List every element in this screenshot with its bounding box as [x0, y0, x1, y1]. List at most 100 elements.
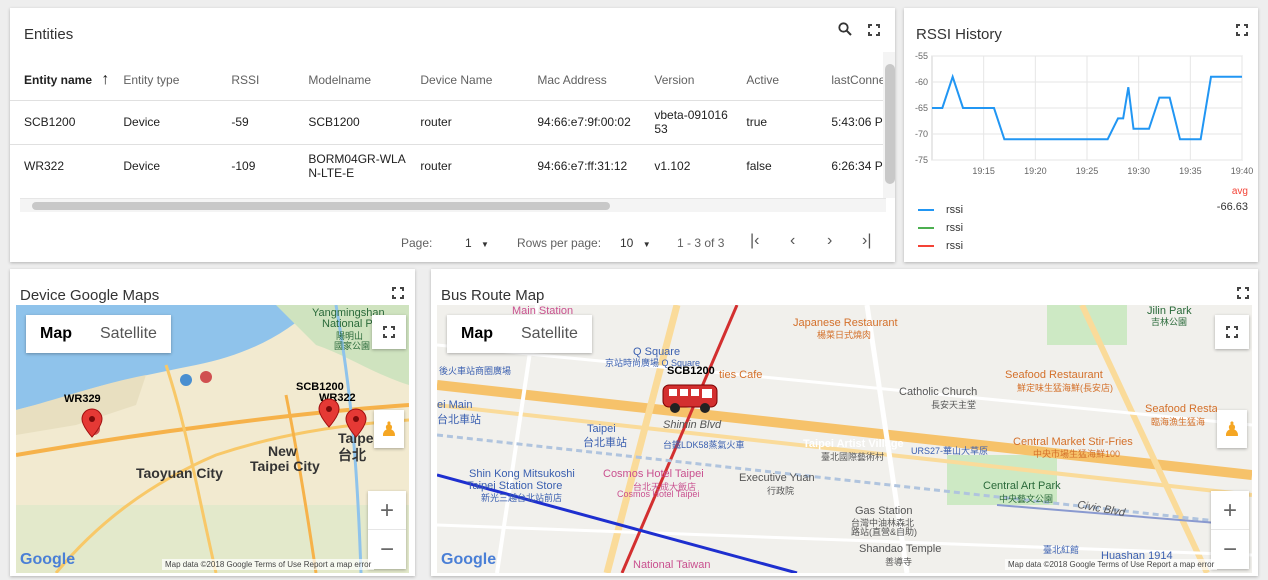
map-label: 臨海漁生猛海 — [1151, 417, 1206, 427]
map-label: ties Cafe — [719, 369, 763, 381]
legend-swatch — [918, 227, 934, 230]
next-page-icon[interactable]: › — [827, 232, 832, 250]
fullscreen-icon[interactable] — [392, 287, 404, 299]
page-select[interactable]: 1 ▼ — [465, 236, 489, 250]
rows-per-page-select[interactable]: 10 ▼ — [620, 236, 651, 250]
dropdown-arrow-icon: ▼ — [481, 240, 489, 249]
map-label: ei Main — [437, 399, 473, 411]
google-map[interactable]: Yangmingshan National P 陽明山 國家公園 SCB1200… — [16, 305, 409, 573]
last-page-icon[interactable]: ›| — [862, 232, 871, 250]
cell-active: false — [732, 143, 818, 188]
legend-label: rssi — [946, 204, 964, 216]
prev-page-icon[interactable]: ‹ — [790, 232, 795, 250]
map-label: Seafood Resta — [1145, 403, 1218, 415]
cell-mac: 94:66:e7:ff:31:12 — [523, 143, 641, 188]
map-label: 臺北國際藝術村 — [821, 452, 885, 462]
fullscreen-icon[interactable] — [1237, 287, 1249, 299]
fullscreen-icon — [383, 326, 395, 338]
vertical-scrollbar[interactable] — [883, 52, 895, 198]
map-label: 吉林公園 — [1151, 317, 1188, 327]
col-entity-name[interactable]: Entity name ↑ — [10, 60, 109, 100]
map-label: New — [268, 443, 297, 459]
map-label: 新光三越台北站前店 — [481, 493, 563, 503]
cell-mac: 94:66:e7:9f:00:02 — [523, 99, 641, 144]
rows-value: 10 — [620, 236, 634, 250]
map-fullscreen-button[interactable] — [1215, 315, 1249, 349]
col-version[interactable]: Version — [640, 60, 732, 100]
cell-name: WR322 — [10, 143, 110, 188]
col-last-connect[interactable]: lastConnec — [817, 60, 892, 100]
fullscreen-icon[interactable] — [868, 24, 880, 36]
map-type-map[interactable]: Map — [26, 315, 86, 353]
avg-value: -66.63 — [1216, 201, 1248, 213]
device-google-maps-card: Device Google Maps Yangmingshan National… — [10, 269, 415, 576]
rssi-title: RSSI History — [916, 26, 1002, 43]
bus-icon[interactable] — [661, 381, 721, 415]
pegman-icon[interactable]: ♟ — [1217, 410, 1247, 448]
map-label: Shin Kong Mitsukoshi — [469, 468, 575, 480]
map-type-satellite[interactable]: Satellite — [507, 315, 592, 353]
col-modelname[interactable]: Modelname — [294, 60, 406, 100]
pegman-icon[interactable]: ♟ — [374, 410, 404, 448]
map-label: Cosmos Hotel Taipei — [617, 489, 700, 499]
map-label: 善導寺 — [885, 557, 913, 567]
map-label: 後火車站商圈廣場 — [439, 366, 512, 376]
zoom-control[interactable]: + − — [368, 491, 406, 569]
scroll-thumb[interactable] — [32, 202, 610, 210]
map-label: 台鐵LDK58蒸氣火車 — [663, 440, 745, 450]
search-icon[interactable] — [838, 22, 852, 39]
legend-item[interactable]: rssi — [918, 222, 963, 234]
map-label: 台北 — [338, 447, 366, 463]
horizontal-scrollbar[interactable] — [20, 198, 886, 212]
map-label: 中央市場生猛海鮮100 — [1033, 449, 1121, 459]
rows-per-page-label: Rows per page: — [517, 236, 602, 250]
cell-type: Device — [109, 143, 218, 188]
marker-label: WR329 — [64, 393, 101, 405]
scroll-thumb[interactable] — [885, 64, 895, 184]
col-mac-address[interactable]: Mac Address — [523, 60, 640, 100]
x-tick-label: 19:20 — [1024, 166, 1047, 176]
table-row[interactable]: SCB1200 Device -59 SCB1200 router 94:66:… — [10, 99, 893, 144]
legend-item[interactable]: rssi — [918, 240, 963, 252]
map-label: 行政院 — [767, 486, 795, 496]
zoom-control[interactable]: + − — [1211, 491, 1249, 569]
map-type-satellite[interactable]: Satellite — [86, 315, 171, 353]
map-label: Cosmos Hotel Taipei — [603, 468, 704, 480]
col-active[interactable]: Active — [732, 60, 817, 100]
legend-item[interactable]: rssi — [918, 204, 963, 216]
bus-map[interactable]: Main Station Japanese Restaurant 楊菜日式燒肉 … — [437, 305, 1252, 573]
legend-swatch — [918, 209, 934, 212]
map-type-map[interactable]: Map — [447, 315, 507, 353]
cell-version: vbeta-09101653 — [640, 99, 733, 144]
google-logo[interactable]: Google — [20, 551, 75, 569]
first-page-icon[interactable]: |‹ — [750, 232, 759, 250]
cell-last: 6:26:34 PM — [817, 143, 893, 188]
fullscreen-icon[interactable] — [1236, 24, 1248, 36]
y-tick-label: -75 — [915, 155, 928, 165]
google-maps-title: Device Google Maps — [20, 287, 160, 304]
map-label: 台北車站 — [583, 437, 627, 449]
sort-arrow-icon[interactable]: ↑ — [101, 71, 109, 88]
table-row[interactable]: WR322 Device -109 BORM04GR-WLAN-LTE-E ro… — [10, 143, 893, 188]
col-rssi[interactable]: RSSI — [217, 60, 294, 100]
zoom-in-button[interactable]: + — [1211, 491, 1249, 530]
cell-model: SCB1200 — [294, 99, 407, 144]
col-entity-type[interactable]: Entity type — [109, 60, 217, 100]
map-attribution[interactable]: Map data ©2018 Google Terms of Use Repor… — [162, 559, 375, 570]
zoom-in-button[interactable]: + — [368, 491, 406, 530]
x-tick-label: 19:40 — [1231, 166, 1254, 176]
entities-table: Entity name ↑ Entity type RSSI Modelname… — [10, 60, 893, 188]
map-attribution[interactable]: Map data ©2018 Google Terms of Use Repor… — [1005, 559, 1218, 570]
rssi-chart: -55 -60 -65 -70 -75 19:15 19:20 19:25 19:30 19:35… — [915, 51, 1254, 176]
google-logo[interactable]: Google — [441, 551, 496, 569]
rssi-history-card: RSSI History -55 -60 -65 -70 -75 19:15 19:20 19… — [904, 8, 1258, 262]
map-fullscreen-button[interactable] — [372, 315, 406, 349]
cell-active: true — [732, 99, 818, 144]
cell-last: 5:43:06 PM — [817, 99, 893, 144]
map-type-toggle[interactable]: Map Satellite — [26, 315, 171, 353]
bus-marker-label: SCB1200 — [667, 365, 715, 377]
y-tick-label: -65 — [915, 103, 928, 113]
col-device-name[interactable]: Device Name — [406, 60, 523, 100]
map-type-toggle[interactable]: Map Satellite — [447, 315, 592, 353]
x-tick-label: 19:30 — [1127, 166, 1150, 176]
